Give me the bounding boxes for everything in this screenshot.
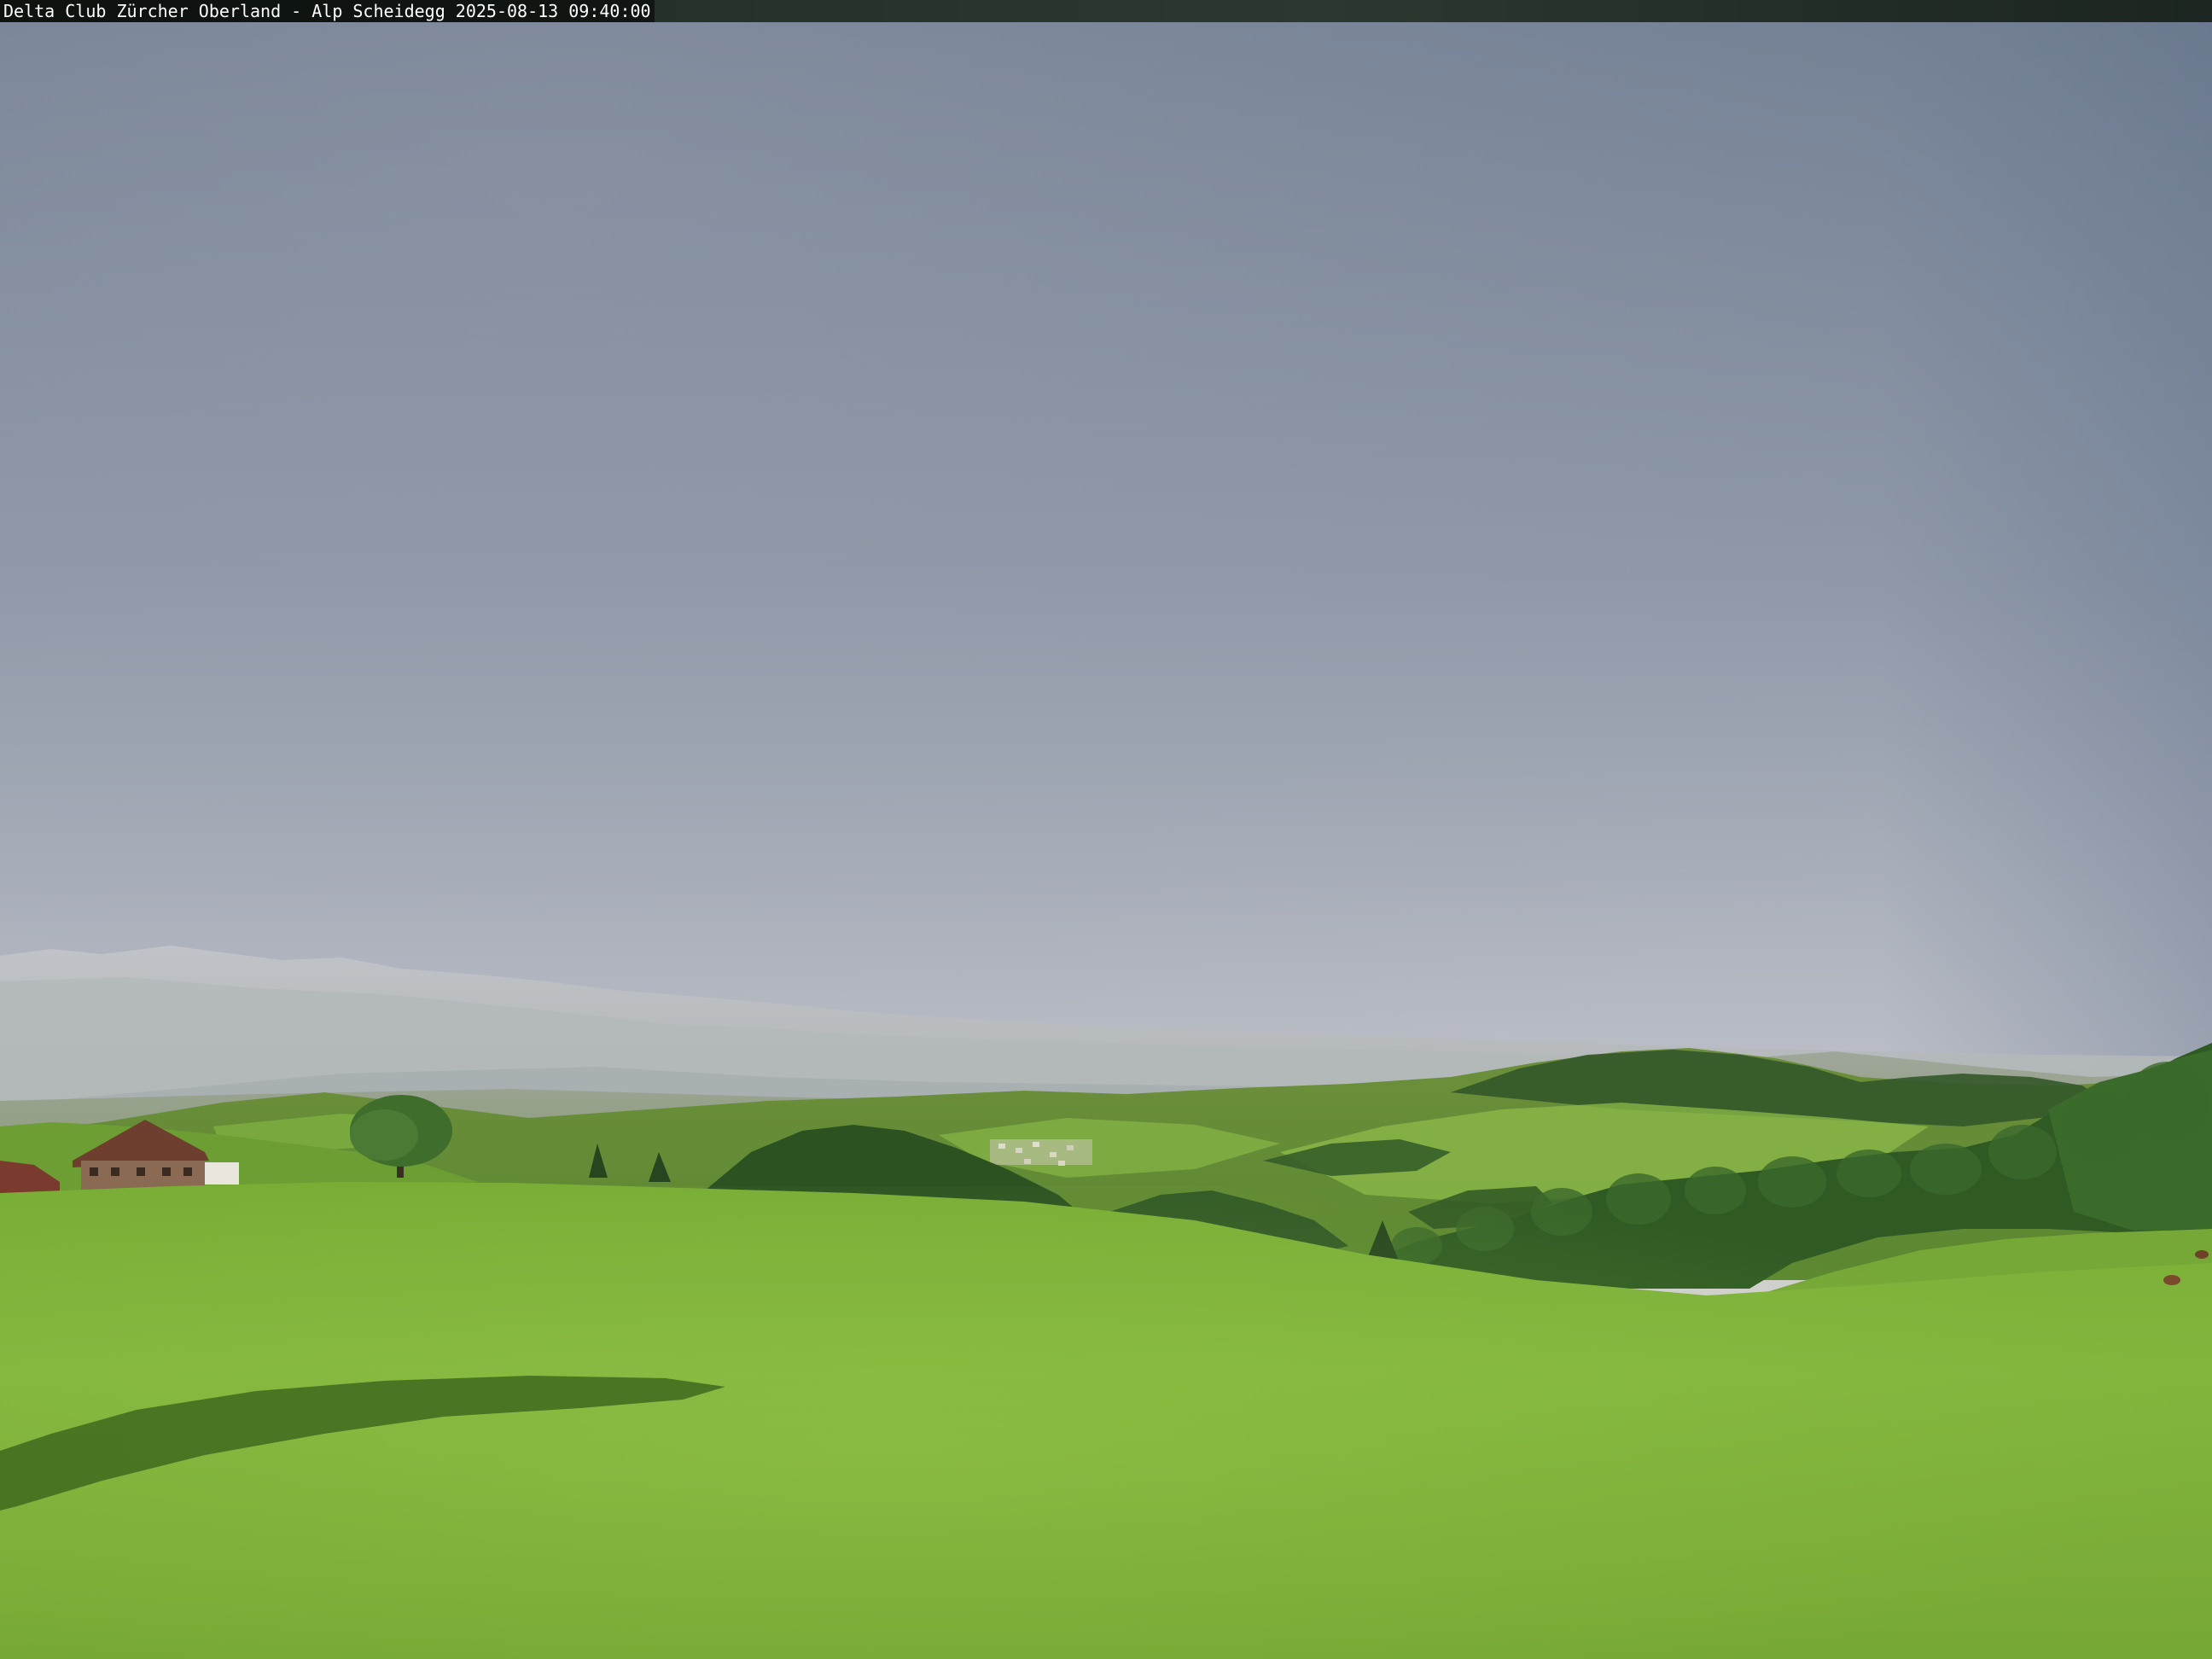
webcam-caption: Delta Club Zürcher Oberland - Alp Scheid… — [0, 0, 655, 22]
webcam-frame: Delta Club Zürcher Oberland - Alp Scheid… — [0, 0, 2212, 1659]
landscape-image — [0, 0, 2212, 1659]
village — [990, 1139, 1092, 1166]
